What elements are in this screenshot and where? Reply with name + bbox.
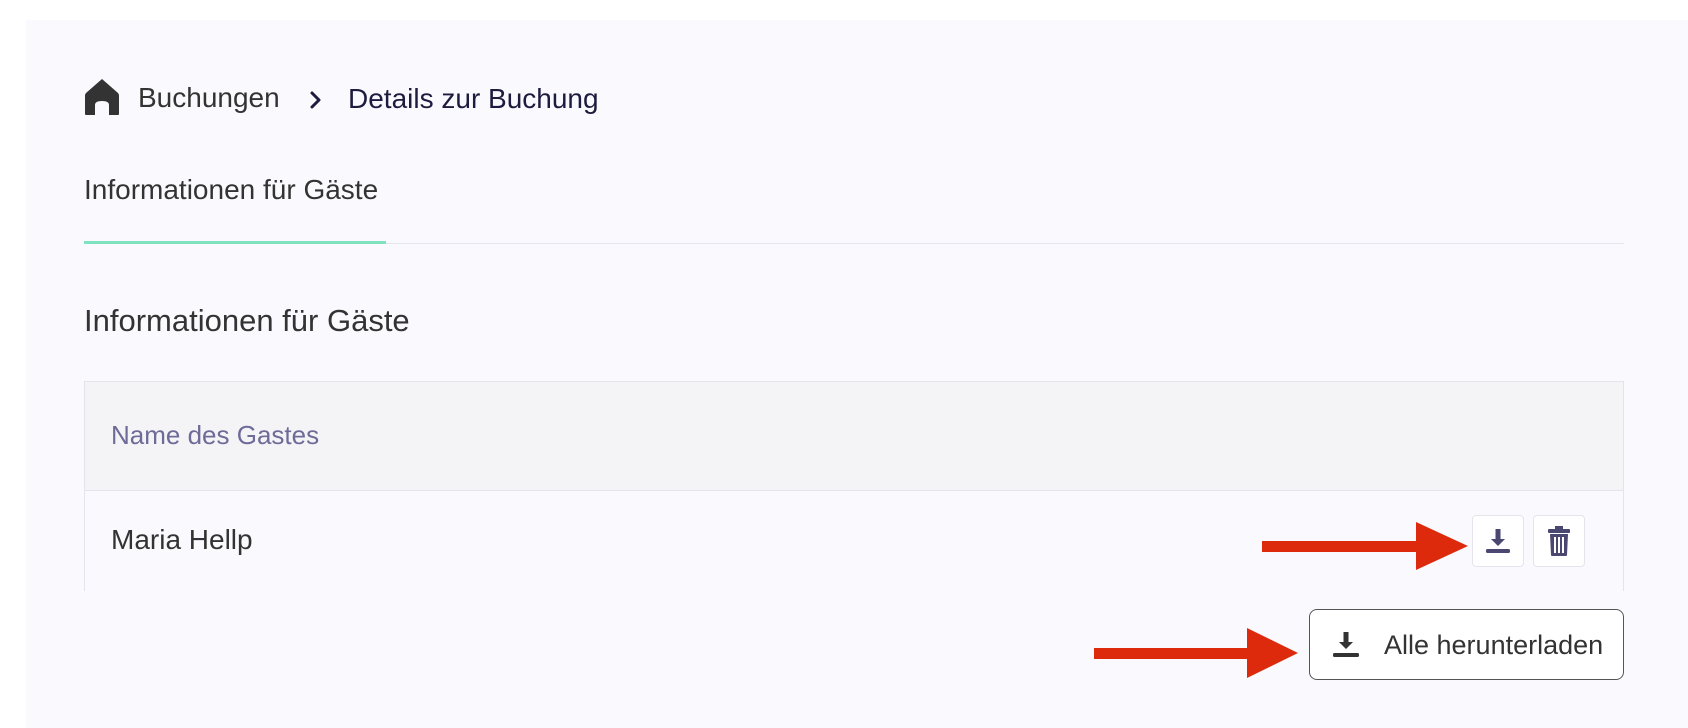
tab-active-indicator [84, 241, 386, 244]
download-icon [1333, 632, 1359, 657]
annotation-arrow-icon [1094, 628, 1298, 678]
delete-guest-button[interactable] [1533, 515, 1585, 567]
annotation-arrow-icon [1262, 522, 1468, 570]
breadcrumb-item-buchungen[interactable]: Buchungen [138, 82, 280, 114]
download-icon [1486, 529, 1510, 553]
download-guest-button[interactable] [1472, 515, 1524, 567]
breadcrumb-item-details: Details zur Buchung [348, 83, 599, 114]
trash-icon [1548, 526, 1570, 556]
download-all-button[interactable]: Alle herunterladen [1309, 609, 1624, 680]
guest-name-cell: Maria Hellp [111, 524, 253, 555]
column-header-guest-name: Name des Gastes [111, 420, 320, 450]
download-all-label: Alle herunterladen [1384, 630, 1604, 660]
table-header: Name des Gastes [85, 382, 1623, 491]
home-icon[interactable] [84, 78, 120, 116]
section-title: Informationen für Gäste [84, 303, 410, 338]
chevron-right-icon [310, 91, 321, 109]
tab-guest-info[interactable]: Informationen für Gäste [84, 174, 378, 206]
